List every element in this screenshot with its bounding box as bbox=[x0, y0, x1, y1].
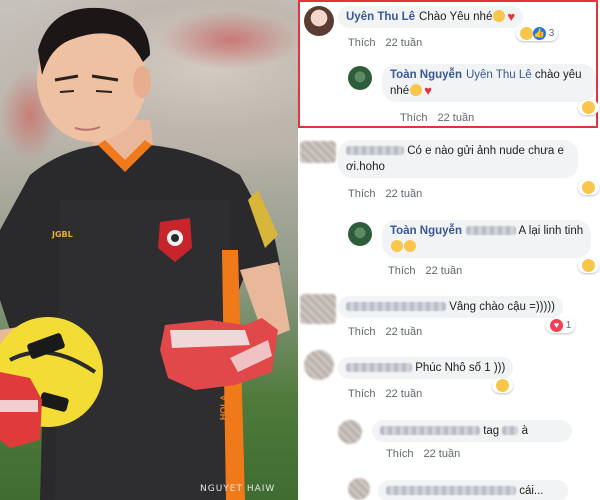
player-photo: JGBL HOLA NGUYET HAIW bbox=[0, 0, 298, 500]
avatar[interactable] bbox=[300, 141, 336, 163]
mention-link[interactable]: Uyên Thu Lê bbox=[466, 69, 532, 81]
avatar[interactable] bbox=[304, 350, 334, 380]
photo-watermark: NGUYET HAIW bbox=[200, 484, 276, 494]
comment-meta: Thích 22 tuần bbox=[400, 112, 474, 124]
reaction-summary[interactable] bbox=[578, 100, 599, 115]
reaction-summary[interactable] bbox=[492, 378, 513, 393]
avatar[interactable] bbox=[348, 478, 370, 500]
reaction-summary[interactable]: 👍 3 bbox=[516, 26, 559, 41]
comment-bubble: cái... bbox=[378, 480, 568, 500]
reaction-summary[interactable]: ♥ 1 bbox=[546, 318, 576, 333]
comment-time[interactable]: 22 tuần bbox=[386, 326, 423, 338]
reaction-count: 3 bbox=[548, 28, 555, 40]
jersey-sponsor-logo: JGBL bbox=[52, 230, 73, 239]
avatar[interactable] bbox=[338, 420, 362, 444]
like-link[interactable]: Thích bbox=[348, 388, 376, 400]
haha-emoji-icon bbox=[493, 10, 506, 22]
comment-time[interactable]: 22 tuần bbox=[438, 112, 475, 124]
blurred-author-name[interactable] bbox=[386, 486, 516, 496]
comment-bubble: tag à bbox=[372, 420, 572, 442]
heart-emoji-icon: ♥ bbox=[507, 9, 516, 24]
comment-time[interactable]: 22 tuần bbox=[386, 388, 423, 400]
blurred-author-name[interactable] bbox=[380, 426, 480, 436]
blurred-mention[interactable] bbox=[465, 226, 516, 236]
comment-text: Phúc Nhô số 1 ))) bbox=[415, 362, 506, 374]
haha-reaction-icon bbox=[582, 181, 595, 194]
comment-bubble: Vâng chào cậu =))))) bbox=[338, 296, 563, 318]
comment-text-cont: ơi.hoho bbox=[346, 161, 385, 173]
blurred-mention[interactable] bbox=[502, 426, 519, 436]
comment-meta: Thích 22 tuần bbox=[348, 37, 422, 49]
like-link[interactable]: Thích bbox=[348, 326, 376, 338]
comment-meta: Thích 22 tuần bbox=[388, 265, 462, 277]
heart-emoji-icon: ♥ bbox=[424, 83, 432, 98]
comment-time[interactable]: 22 tuần bbox=[424, 448, 461, 460]
haha-emoji-icon bbox=[391, 240, 403, 252]
comment-meta: Thích 22 tuần bbox=[348, 188, 422, 200]
comment-meta: Thích 22 tuần bbox=[386, 448, 460, 460]
comment-meta: Thích 22 tuần bbox=[348, 326, 422, 338]
haha-reaction-icon bbox=[520, 27, 533, 40]
comment-meta: Thích 22 tuần bbox=[348, 388, 422, 400]
comment-text-end: à bbox=[521, 425, 529, 437]
heart-reaction-icon: ♥ bbox=[550, 319, 563, 332]
comment-author[interactable]: Toàn Nguyễn bbox=[390, 69, 462, 81]
comment-text: A lại linh tinh bbox=[518, 225, 584, 237]
blurred-author-name[interactable] bbox=[346, 302, 446, 312]
haha-reaction-icon bbox=[582, 101, 595, 114]
like-link[interactable]: Thích bbox=[400, 112, 428, 124]
comment-text: Có e nào gửi ảnh nude chưa e bbox=[407, 145, 564, 157]
comment-bubble: Phúc Nhô số 1 ))) bbox=[338, 357, 514, 379]
avatar[interactable] bbox=[300, 294, 336, 324]
reaction-summary[interactable] bbox=[578, 258, 599, 273]
haha-reaction-icon bbox=[582, 259, 595, 272]
blurred-author-name[interactable] bbox=[346, 363, 412, 373]
reply-bubble: Toàn Nguyễn Uyên Thu Lê chào yêu nhé ♥ bbox=[382, 64, 596, 102]
comment-time[interactable]: 22 tuần bbox=[386, 188, 423, 200]
comment-text: Vâng chào cậu =))))) bbox=[449, 301, 555, 313]
comment-author[interactable]: Toàn Nguyễn bbox=[390, 225, 462, 237]
haha-emoji-icon bbox=[404, 240, 416, 252]
like-link[interactable]: Thích bbox=[348, 188, 376, 200]
reaction-summary[interactable] bbox=[578, 180, 599, 195]
avatar[interactable] bbox=[348, 66, 372, 90]
reaction-count: 1 bbox=[565, 320, 572, 332]
comment-time[interactable]: 22 tuần bbox=[426, 265, 463, 277]
avatar[interactable] bbox=[304, 6, 334, 36]
smile-emoji-icon bbox=[410, 84, 423, 96]
comments-panel: Uyên Thu Lê Chào Yêu nhé ♥ Thích 22 tuần 👍 … bbox=[298, 0, 600, 500]
comment-text: tag bbox=[483, 425, 500, 437]
comment-author[interactable]: Uyên Thu Lê bbox=[346, 11, 415, 23]
comment-text: cái... bbox=[519, 485, 544, 497]
avatar[interactable] bbox=[348, 222, 372, 246]
blurred-author-name[interactable] bbox=[346, 146, 404, 156]
like-link[interactable]: Thích bbox=[348, 37, 376, 49]
reply-bubble: Toàn Nguyễn A lại linh tinh bbox=[382, 220, 592, 258]
comment-bubble: Uyên Thu Lê Chào Yêu nhé ♥ bbox=[338, 6, 524, 28]
goalkeeper-illustration bbox=[0, 7, 290, 500]
sleeve-text: HOLA bbox=[218, 394, 229, 421]
like-link[interactable]: Thích bbox=[386, 448, 414, 460]
like-reaction-icon: 👍 bbox=[533, 27, 546, 40]
comment-text: Chào Yêu nhé bbox=[419, 11, 493, 23]
comment-bubble: Có e nào gửi ảnh nude chưa e ơi.hoho bbox=[338, 140, 578, 178]
haha-reaction-icon bbox=[496, 379, 509, 392]
comment-time[interactable]: 22 tuần bbox=[386, 37, 423, 49]
like-link[interactable]: Thích bbox=[388, 265, 416, 277]
